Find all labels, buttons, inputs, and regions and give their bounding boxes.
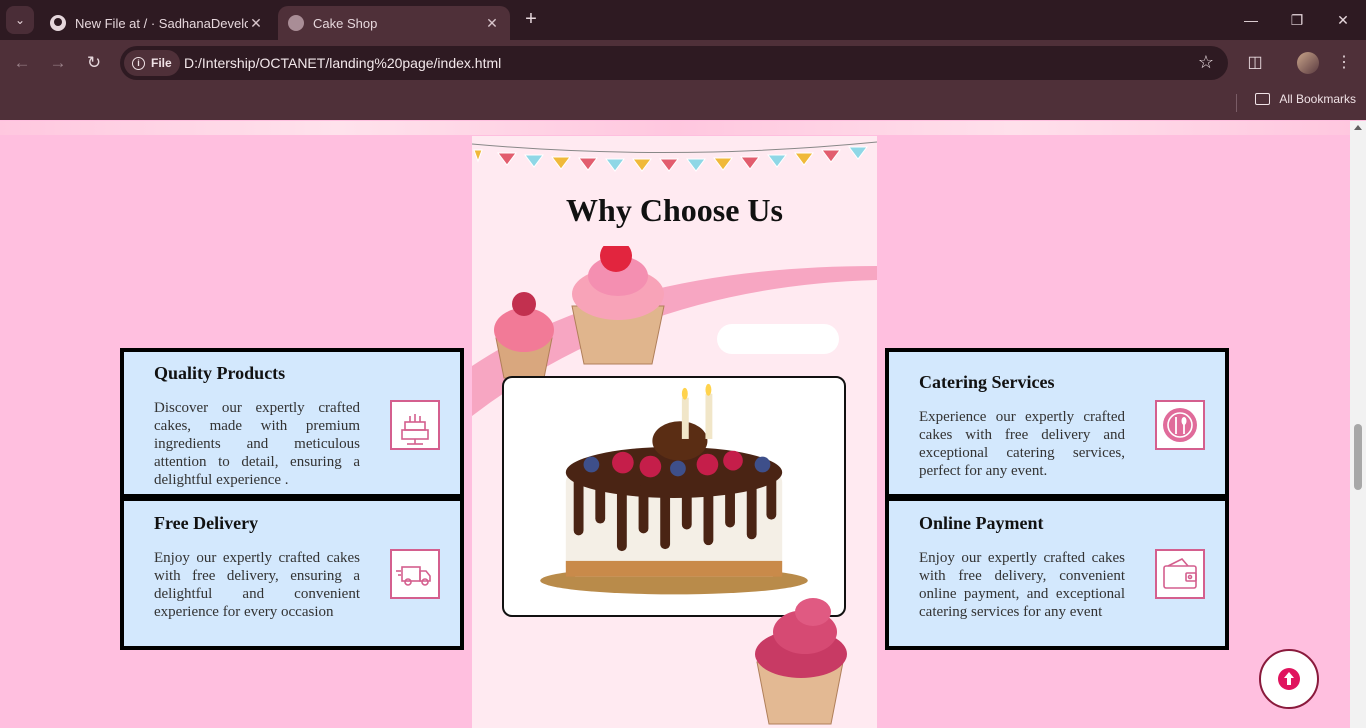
bookmarks-bar: All Bookmarks: [0, 86, 1366, 120]
all-bookmarks-button[interactable]: All Bookmarks: [1255, 92, 1356, 106]
decorative-band: [0, 121, 1350, 135]
cake-icon: [390, 400, 440, 450]
globe-icon: [288, 15, 304, 31]
page-content: Why Choose Us Quality Products Discover …: [0, 121, 1350, 728]
bunting-garland-illustration: [472, 141, 877, 172]
bookmark-star-icon[interactable]: ☆: [1198, 52, 1214, 73]
feature-card-quality-products: Quality Products Discover our expertly c…: [120, 348, 464, 498]
tab-title: New File at / · SadhanaDevelop: [75, 15, 248, 31]
scroll-to-top-button[interactable]: [1259, 649, 1319, 709]
wallet-icon: [1155, 549, 1205, 599]
feature-description: Discover our expertly crafted cakes, mad…: [154, 400, 360, 488]
close-tab-icon[interactable]: ✕: [248, 15, 264, 32]
chevron-down-icon: ⌄: [14, 13, 26, 27]
feature-description: Enjoy our expertly crafted cakes with fr…: [154, 550, 360, 620]
arrow-up-icon: [1278, 668, 1300, 690]
profile-avatar[interactable]: [1297, 52, 1319, 74]
extensions-icon[interactable]: ◫: [1244, 52, 1266, 74]
feature-title: Free Delivery: [154, 513, 259, 533]
site-info-chip[interactable]: i File: [124, 50, 180, 76]
close-window-icon[interactable]: ✕: [1333, 10, 1353, 30]
divider: [1236, 94, 1237, 112]
forward-icon[interactable]: →: [48, 53, 68, 73]
tab-title: Cake Shop: [313, 15, 378, 31]
chocolate-cake-image: [540, 383, 808, 595]
feature-card-online-payment: Online Payment Enjoy our expertly crafte…: [885, 497, 1229, 650]
reload-icon[interactable]: ↻: [84, 53, 104, 73]
cupcake-illustration: [755, 598, 847, 725]
feature-title: Catering Services: [919, 372, 1055, 392]
restore-icon[interactable]: ❐: [1287, 10, 1307, 30]
section-title: Why Choose Us: [566, 192, 783, 228]
url-text[interactable]: D:/Intership/OCTANET/landing%20page/inde…: [184, 55, 501, 71]
site-info-label: File: [151, 56, 172, 70]
delivery-truck-icon: [390, 549, 440, 599]
cake-image-frame: [502, 376, 846, 617]
feature-card-catering-services: Catering Services Experience our expertl…: [885, 348, 1229, 498]
center-column: Why Choose Us: [472, 136, 877, 728]
feature-description: Experience our expertly crafted cakes wi…: [919, 409, 1125, 479]
scroll-up-arrow-icon[interactable]: [1354, 125, 1362, 130]
menu-icon[interactable]: ⋮: [1333, 52, 1355, 74]
minimize-icon[interactable]: —: [1241, 10, 1261, 30]
feature-title: Quality Products: [154, 363, 286, 383]
feature-title: Online Payment: [919, 513, 1044, 533]
folder-icon: [1255, 93, 1271, 105]
back-icon[interactable]: ←: [12, 53, 32, 73]
close-tab-icon[interactable]: ✕: [484, 15, 500, 32]
tab-bar: ⌄ New File at / · SadhanaDevelop ✕ Cake …: [0, 0, 1366, 40]
tab-cake-shop[interactable]: Cake Shop ✕: [278, 6, 510, 40]
browser-toolbar: ← → ↻ i File D:/Intership/OCTANET/landin…: [0, 40, 1366, 86]
page-scrollbar[interactable]: [1350, 121, 1366, 728]
tab-github[interactable]: New File at / · SadhanaDevelop ✕: [40, 6, 274, 40]
info-icon: i: [132, 56, 145, 70]
feature-description: Enjoy our expertly crafted cakes with fr…: [919, 550, 1125, 620]
tab-search-button[interactable]: ⌄: [6, 6, 34, 34]
feature-card-free-delivery: Free Delivery Enjoy our expertly crafted…: [120, 497, 464, 650]
address-bar[interactable]: i File D:/Intership/OCTANET/landing%20pa…: [120, 46, 1228, 80]
all-bookmarks-label: All Bookmarks: [1279, 92, 1356, 106]
scrollbar-thumb[interactable]: [1354, 424, 1362, 490]
catering-plate-icon: [1155, 400, 1205, 450]
new-tab-button[interactable]: +: [520, 8, 542, 32]
github-icon: [50, 15, 66, 31]
